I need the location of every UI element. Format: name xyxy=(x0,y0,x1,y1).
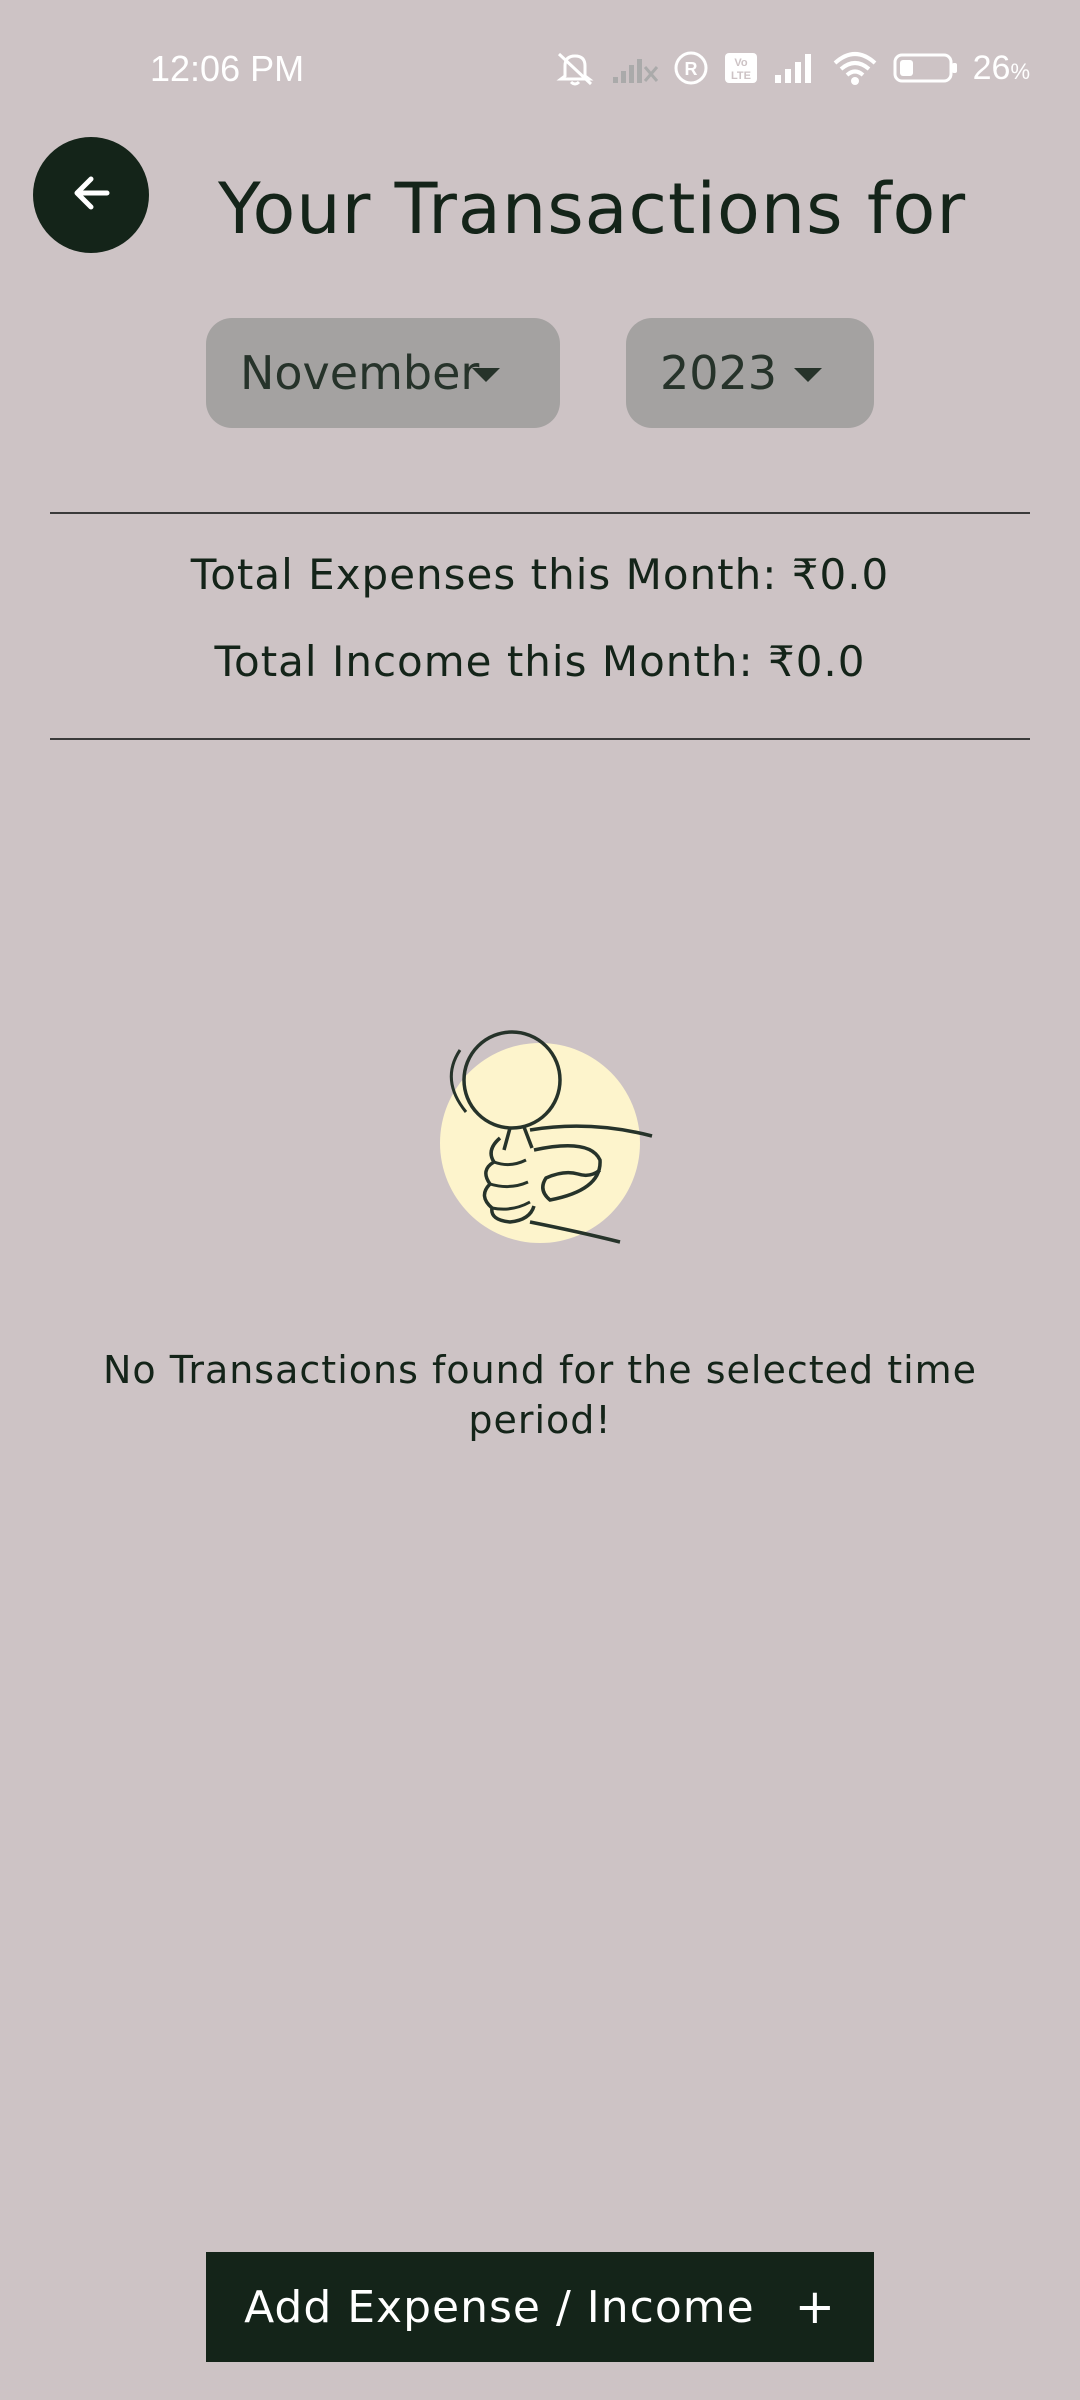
status-bar: 12:06 PM R Vo LTE 26% xyxy=(0,0,1080,140)
month-dropdown[interactable]: November xyxy=(206,318,560,428)
mute-icon xyxy=(553,48,597,88)
chevron-down-icon xyxy=(472,368,500,382)
battery-percent: 26% xyxy=(972,48,1030,87)
chevron-down-icon xyxy=(794,368,822,382)
svg-text:R: R xyxy=(684,59,697,79)
back-button[interactable] xyxy=(33,137,149,253)
battery-icon xyxy=(893,52,959,84)
arrow-left-icon xyxy=(69,173,113,217)
year-value: 2023 xyxy=(660,346,778,400)
no-signal-icon xyxy=(611,51,659,85)
svg-text:LTE: LTE xyxy=(731,70,751,82)
add-expense-income-button[interactable]: Add Expense / Income + xyxy=(206,2252,874,2362)
page-title: Your Transactions for xyxy=(218,168,967,250)
registered-icon: R xyxy=(673,50,709,86)
plus-icon: + xyxy=(794,2279,836,2335)
status-icons: R Vo LTE 26% xyxy=(553,48,1030,88)
signal-icon xyxy=(773,51,817,85)
total-expenses: Total Expenses this Month: ₹0.0 xyxy=(190,550,890,599)
svg-text:Vo: Vo xyxy=(734,57,748,69)
hand-holding-magnifier-icon xyxy=(430,1020,670,1260)
total-income: Total Income this Month: ₹0.0 xyxy=(214,637,866,686)
wifi-icon xyxy=(831,49,879,87)
empty-state-message: No Transactions found for the selected t… xyxy=(102,1348,978,1442)
year-dropdown[interactable]: 2023 xyxy=(626,318,874,428)
status-time: 12:06 PM xyxy=(150,48,305,89)
divider-bottom xyxy=(50,738,1030,740)
month-value: November xyxy=(240,346,480,400)
divider-top xyxy=(50,512,1030,514)
volte-icon: Vo LTE xyxy=(723,51,759,85)
add-button-label: Add Expense / Income xyxy=(244,2281,755,2333)
